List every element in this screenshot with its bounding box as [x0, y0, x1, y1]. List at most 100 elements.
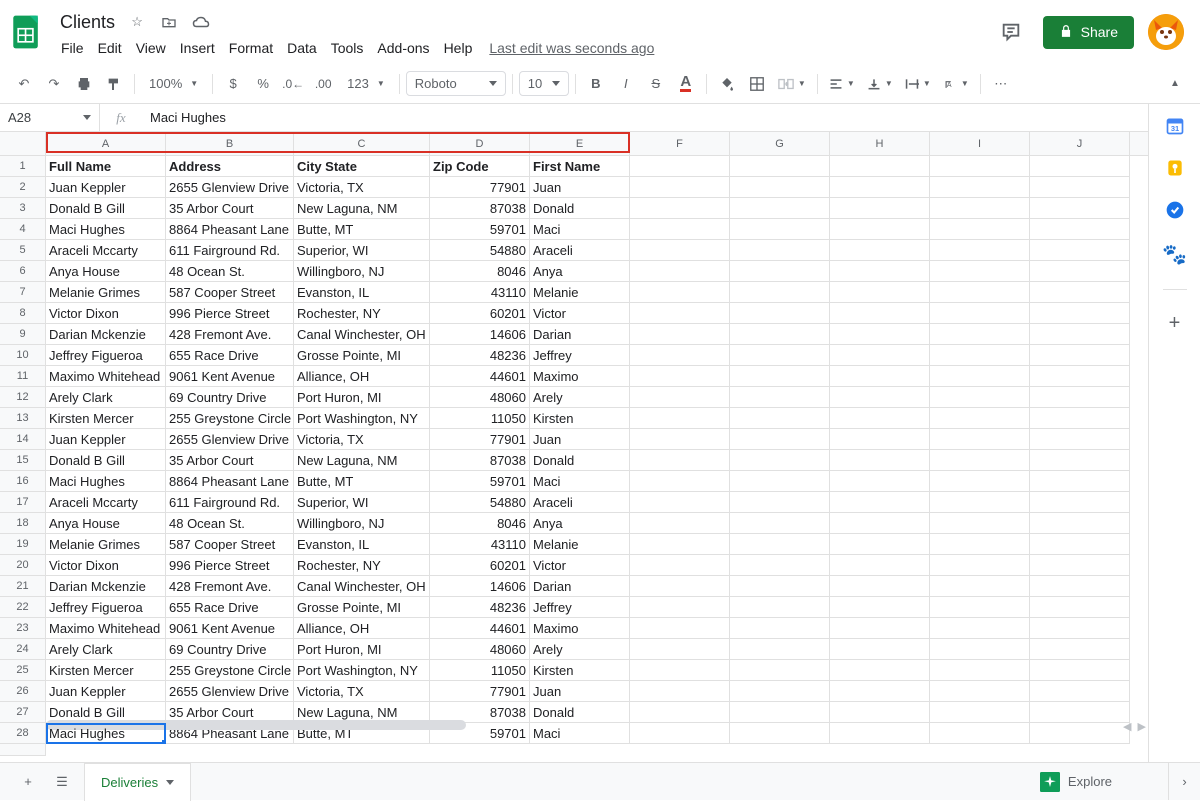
cell[interactable]: Donald	[530, 198, 630, 219]
cell[interactable]: Alliance, OH	[294, 366, 430, 387]
cell[interactable]	[830, 681, 930, 702]
cell[interactable]: Willingboro, NJ	[294, 513, 430, 534]
cell[interactable]	[630, 177, 730, 198]
row-header[interactable]: 4	[0, 219, 46, 240]
cell[interactable]: Darian	[530, 324, 630, 345]
cell[interactable]: Port Washington, NY	[294, 408, 430, 429]
cell[interactable]: 48236	[430, 345, 530, 366]
hide-side-panel-button[interactable]: ›	[1168, 762, 1200, 800]
cell[interactable]	[830, 513, 930, 534]
cell[interactable]	[630, 408, 730, 429]
col-header-H[interactable]: H	[830, 132, 930, 155]
cell[interactable]: Maximo	[530, 366, 630, 387]
row-header[interactable]: 23	[0, 618, 46, 639]
cell[interactable]	[730, 366, 830, 387]
row-header[interactable]: 25	[0, 660, 46, 681]
cell[interactable]	[630, 324, 730, 345]
cell[interactable]	[1030, 639, 1130, 660]
cell[interactable]: Jeffrey Figueroa	[46, 597, 166, 618]
menu-tools[interactable]: Tools	[324, 36, 371, 60]
cell[interactable]	[730, 303, 830, 324]
cell[interactable]	[1030, 576, 1130, 597]
cell[interactable]	[730, 219, 830, 240]
select-all-corner[interactable]	[0, 132, 46, 155]
column-headers[interactable]: ABCDEFGHIJ	[0, 132, 1200, 156]
cell[interactable]	[730, 282, 830, 303]
cell[interactable]	[930, 156, 1030, 177]
row-header[interactable]: 10	[0, 345, 46, 366]
cell[interactable]: Maci Hughes	[46, 219, 166, 240]
menu-data[interactable]: Data	[280, 36, 324, 60]
menu-edit[interactable]: Edit	[91, 36, 129, 60]
cell[interactable]	[830, 366, 930, 387]
cell[interactable]: Victor	[530, 555, 630, 576]
cell[interactable]: 44601	[430, 618, 530, 639]
cell[interactable]	[930, 639, 1030, 660]
cell[interactable]	[730, 324, 830, 345]
cell[interactable]: Darian Mckenzie	[46, 324, 166, 345]
cell[interactable]: 587 Cooper Street	[166, 282, 294, 303]
cell[interactable]	[930, 219, 1030, 240]
cell[interactable]	[930, 450, 1030, 471]
cell[interactable]: 69 Country Drive	[166, 639, 294, 660]
cell[interactable]: Victoria, TX	[294, 177, 430, 198]
cell[interactable]	[630, 492, 730, 513]
cell[interactable]: Arely	[530, 387, 630, 408]
cell[interactable]	[930, 408, 1030, 429]
cell[interactable]	[630, 429, 730, 450]
menu-format[interactable]: Format	[222, 36, 280, 60]
cell[interactable]	[630, 303, 730, 324]
row-header[interactable]: 5	[0, 240, 46, 261]
cell[interactable]	[1030, 240, 1130, 261]
cell[interactable]	[1030, 219, 1130, 240]
sheet-tab-deliveries[interactable]: Deliveries	[84, 763, 191, 801]
row-header[interactable]: 18	[0, 513, 46, 534]
cell[interactable]	[730, 597, 830, 618]
cell[interactable]: 48 Ocean St.	[166, 261, 294, 282]
cell[interactable]: 60201	[430, 555, 530, 576]
cell[interactable]: Butte, MT	[294, 219, 430, 240]
cell[interactable]	[730, 345, 830, 366]
row-header[interactable]: 20	[0, 555, 46, 576]
cell[interactable]	[630, 345, 730, 366]
cell[interactable]	[630, 198, 730, 219]
cell[interactable]: Jeffrey	[530, 345, 630, 366]
cell[interactable]: Maximo	[530, 618, 630, 639]
cell[interactable]: 54880	[430, 240, 530, 261]
calendar-icon[interactable]: 31	[1165, 116, 1185, 136]
cell[interactable]	[630, 156, 730, 177]
cell[interactable]	[730, 639, 830, 660]
cell[interactable]	[730, 387, 830, 408]
cell[interactable]: 54880	[430, 492, 530, 513]
cell[interactable]: Darian Mckenzie	[46, 576, 166, 597]
cell[interactable]	[930, 345, 1030, 366]
cell[interactable]	[730, 471, 830, 492]
cell[interactable]: Victor Dixon	[46, 303, 166, 324]
row-header[interactable]: 14	[0, 429, 46, 450]
cell[interactable]	[930, 681, 1030, 702]
row-header[interactable]: 3	[0, 198, 46, 219]
row-header[interactable]: 12	[0, 387, 46, 408]
cell[interactable]	[830, 198, 930, 219]
cell[interactable]	[730, 660, 830, 681]
row-header[interactable]: 6	[0, 261, 46, 282]
cell[interactable]	[830, 156, 930, 177]
cell[interactable]: Juan	[530, 177, 630, 198]
cell[interactable]	[1030, 198, 1130, 219]
cell[interactable]	[830, 303, 930, 324]
cell[interactable]: Araceli	[530, 492, 630, 513]
cell[interactable]	[830, 597, 930, 618]
cell[interactable]	[730, 555, 830, 576]
cell[interactable]	[630, 471, 730, 492]
cell[interactable]	[630, 261, 730, 282]
cell[interactable]: Port Huron, MI	[294, 387, 430, 408]
cell[interactable]: Araceli Mccarty	[46, 492, 166, 513]
cell[interactable]: Maci Hughes	[46, 471, 166, 492]
cell[interactable]	[930, 177, 1030, 198]
cell[interactable]: Anya House	[46, 261, 166, 282]
cell[interactable]: Evanston, IL	[294, 534, 430, 555]
cell[interactable]: Donald B Gill	[46, 198, 166, 219]
cell[interactable]	[1030, 156, 1130, 177]
cell[interactable]	[830, 555, 930, 576]
cell[interactable]	[1030, 303, 1130, 324]
